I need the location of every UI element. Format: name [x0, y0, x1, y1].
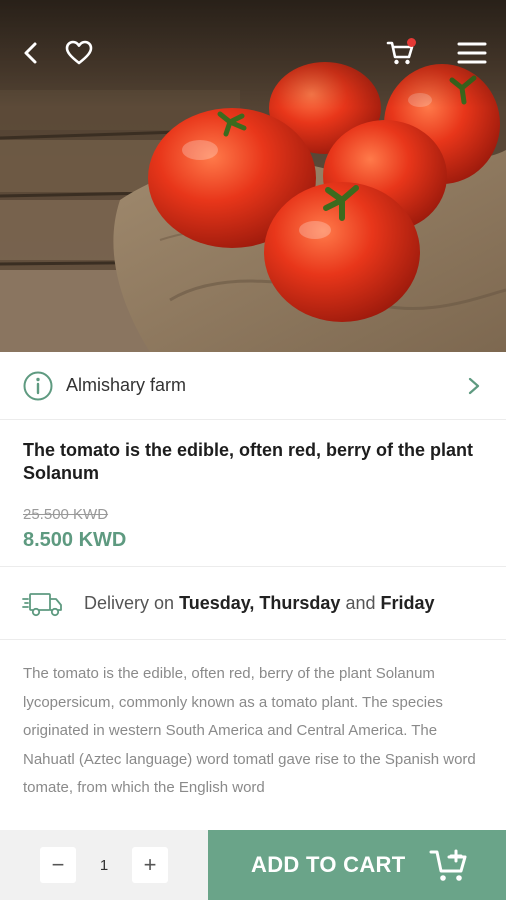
add-to-cart-icon [429, 849, 467, 881]
product-info: The tomato is the edible, often red, ber… [0, 421, 506, 567]
chevron-right-icon [468, 377, 480, 394]
increase-quantity-button[interactable]: + [132, 847, 168, 883]
delivery-joiner: and [345, 593, 376, 613]
hamburger-menu-icon[interactable] [455, 36, 489, 70]
add-to-cart-label: ADD TO CART [251, 852, 406, 877]
top-toolbar [0, 0, 506, 108]
back-arrow-icon[interactable] [14, 36, 48, 70]
add-to-cart-button[interactable]: ADD TO CART [208, 830, 506, 900]
current-price: 8.500 KWD [23, 529, 127, 551]
delivery-day-last: Friday [380, 593, 435, 613]
product-hero-image [0, 0, 506, 352]
old-price: 25.500 KWD [23, 506, 109, 523]
quantity-stepper: − 1 + [0, 830, 208, 900]
quantity-value: 1 [99, 856, 109, 874]
farm-name: Almishary farm [66, 375, 187, 395]
cart-bar: − 1 + ADD TO CART [0, 830, 506, 900]
decrease-quantity-button[interactable]: − [40, 847, 76, 883]
cart-badge [407, 38, 416, 47]
cart-icon[interactable] [384, 36, 418, 70]
product-title: The tomato is the edible, often red, ber… [23, 440, 474, 483]
delivery-text: Delivery on Tuesday, Thursday and Friday [84, 593, 435, 614]
heart-icon[interactable] [62, 36, 96, 70]
farm-link-row[interactable]: Almishary farm [0, 352, 506, 420]
delivery-prefix: Delivery on [84, 593, 175, 613]
product-description: The tomato is the edible, often red, ber… [23, 665, 476, 796]
delivery-days-primary: Tuesday, Thursday [179, 593, 341, 613]
delivery-row: Delivery on Tuesday, Thursday and Friday [0, 568, 506, 640]
delivery-truck-icon [22, 592, 62, 616]
info-circle-icon [23, 371, 53, 400]
